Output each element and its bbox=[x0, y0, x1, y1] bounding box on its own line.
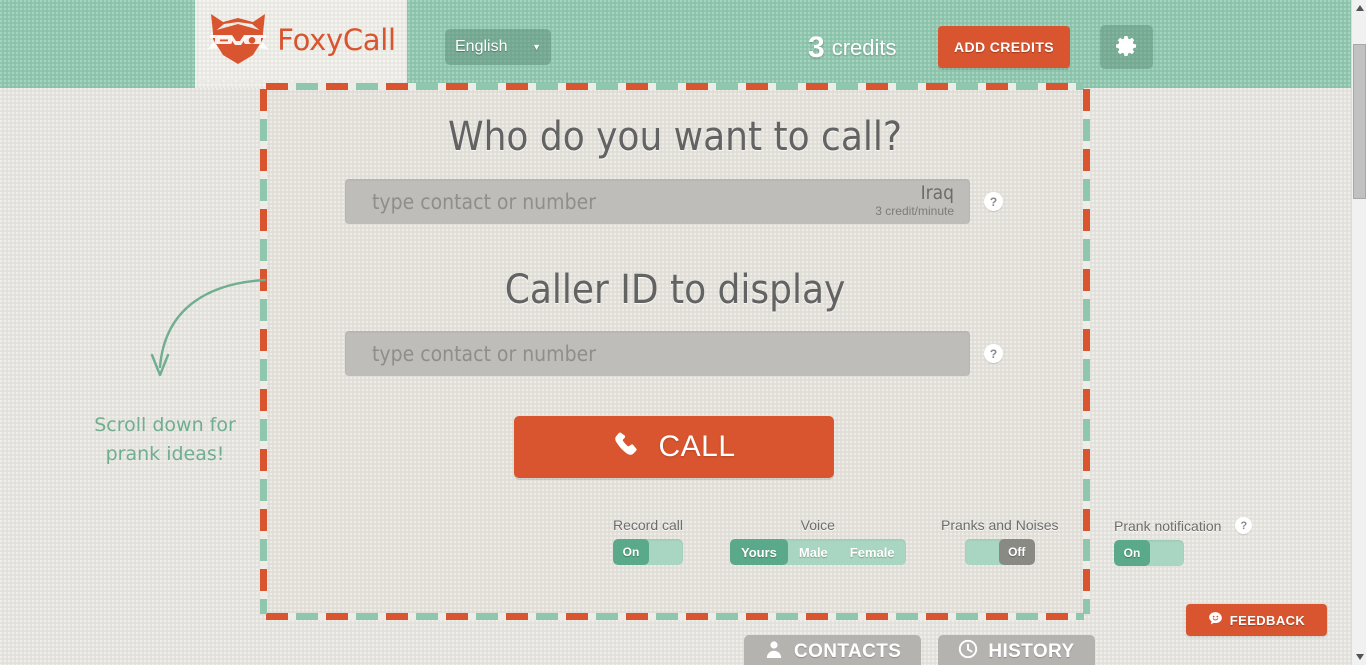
credits-count: 3 bbox=[808, 31, 825, 64]
callerid-row: type contact or number ? bbox=[345, 331, 1003, 376]
tab-history[interactable]: HISTORY bbox=[938, 635, 1095, 665]
phone-handset-icon bbox=[612, 430, 644, 465]
call-button[interactable]: CALL bbox=[514, 416, 834, 478]
prank-notification-label-row: Prank notification ? bbox=[1114, 517, 1253, 534]
option-record-call: Record call On bbox=[613, 517, 683, 565]
gear-icon bbox=[1115, 34, 1139, 61]
logo-text: FoxyCall bbox=[277, 23, 396, 57]
person-icon bbox=[764, 639, 784, 665]
scroll-hint-annotation: Scroll down for prank ideas! bbox=[60, 275, 270, 470]
scroll-hint-text: Scroll down for prank ideas! bbox=[60, 411, 270, 470]
voice-label: Voice bbox=[800, 517, 835, 533]
curved-down-arrow-icon bbox=[60, 278, 270, 404]
feedback-button[interactable]: FEEDBACK bbox=[1186, 604, 1327, 636]
callerid-input[interactable]: type contact or number bbox=[345, 331, 970, 376]
page-scrollbar[interactable] bbox=[1351, 0, 1366, 665]
tab-history-label: HISTORY bbox=[988, 641, 1075, 662]
call-options-row: Record call On Voice Yours Male Female P… bbox=[266, 517, 1253, 573]
bottom-tab-bar: CONTACTS HISTORY bbox=[744, 635, 1095, 665]
pranks-and-noises-state: Off bbox=[998, 539, 1035, 565]
logo: FoxyCall bbox=[206, 11, 396, 67]
site-header: FoxyCall English ▼ 3 credits ADD CREDITS bbox=[0, 0, 1351, 88]
call-number-placeholder: type contact or number bbox=[372, 189, 596, 214]
voice-segmented-control[interactable]: Yours Male Female bbox=[730, 539, 906, 565]
scroll-hint-line2: prank ideas! bbox=[105, 443, 225, 466]
prank-notification-label: Prank notification bbox=[1114, 517, 1222, 534]
rate-country: Iraq bbox=[920, 182, 954, 204]
card-dashed-border-bottom bbox=[266, 613, 1084, 620]
callerid-help-icon[interactable]: ? bbox=[984, 344, 1003, 363]
callerid-section-title: Caller ID to display bbox=[504, 267, 846, 313]
language-select[interactable]: English ▼ bbox=[445, 29, 551, 65]
chevron-down-icon: ▼ bbox=[532, 42, 541, 52]
record-call-state: On bbox=[613, 539, 650, 565]
call-number-row: type contact or number Iraq 3 credit/min… bbox=[345, 179, 1003, 224]
call-form-card: Who do you want to call? type contact or… bbox=[260, 83, 1253, 620]
language-label: English bbox=[455, 38, 508, 55]
prank-notification-toggle[interactable]: On bbox=[1114, 540, 1184, 566]
option-prank-notification: Prank notification ? On bbox=[1114, 517, 1253, 566]
fox-head-glasses-icon bbox=[206, 11, 270, 67]
call-rate-info: Iraq 3 credit/minute bbox=[875, 182, 954, 219]
tab-contacts-label: CONTACTS bbox=[794, 641, 902, 662]
voice-option-female[interactable]: Female bbox=[839, 539, 906, 565]
credits-label: credits bbox=[831, 35, 897, 60]
scroll-hint-line1: Scroll down for bbox=[94, 414, 236, 436]
feedback-label: FEEDBACK bbox=[1229, 612, 1306, 628]
callerid-placeholder: type contact or number bbox=[372, 341, 596, 366]
call-button-label: CALL bbox=[658, 430, 736, 463]
voice-option-yours[interactable]: Yours bbox=[730, 539, 788, 565]
record-call-toggle[interactable]: On bbox=[613, 539, 684, 565]
call-number-help-icon[interactable]: ? bbox=[984, 192, 1003, 211]
scrollbar-up-arrow[interactable] bbox=[1352, 0, 1366, 16]
voice-option-male[interactable]: Male bbox=[788, 539, 839, 565]
card-dashed-border-right bbox=[1083, 89, 1090, 614]
pranks-and-noises-toggle[interactable]: Off bbox=[964, 539, 1035, 565]
prank-notification-state: On bbox=[1114, 540, 1150, 566]
option-pranks-and-noises: Pranks and Noises Off bbox=[941, 517, 1059, 565]
credits-display: 3 credits bbox=[808, 28, 896, 68]
call-section-title: Who do you want to call? bbox=[448, 114, 902, 160]
scrollbar-thumb[interactable] bbox=[1353, 44, 1366, 199]
tab-contacts[interactable]: CONTACTS bbox=[744, 635, 922, 665]
settings-button[interactable] bbox=[1100, 25, 1153, 69]
scrollbar-down-arrow[interactable] bbox=[1352, 649, 1366, 665]
option-voice: Voice Yours Male Female bbox=[730, 517, 906, 565]
clock-icon bbox=[958, 639, 978, 665]
speech-bubble-smiley-icon bbox=[1208, 611, 1223, 629]
record-call-label: Record call bbox=[613, 517, 684, 533]
call-number-input[interactable]: type contact or number Iraq 3 credit/min… bbox=[345, 179, 970, 224]
add-credits-button[interactable]: ADD CREDITS bbox=[938, 26, 1070, 68]
prank-notification-help-icon[interactable]: ? bbox=[1235, 517, 1253, 534]
logo-panel[interactable]: FoxyCall bbox=[195, 0, 407, 88]
pranks-and-noises-label: Pranks and Noises bbox=[941, 517, 1059, 533]
card-dashed-border-top bbox=[266, 83, 1084, 90]
rate-price: 3 credit/minute bbox=[875, 203, 954, 218]
